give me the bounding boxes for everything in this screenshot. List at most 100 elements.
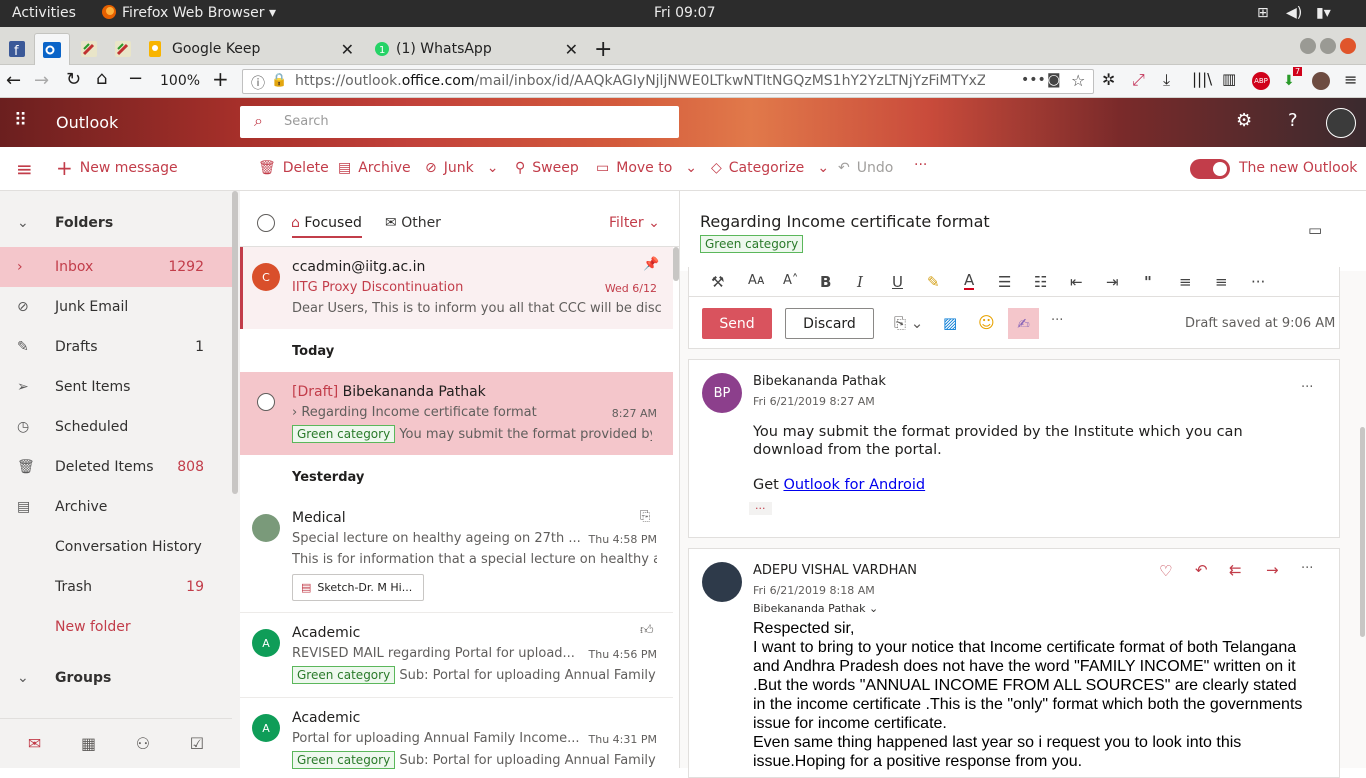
forward-icon[interactable]: → — [1266, 561, 1279, 579]
folder-scheduled[interactable]: ◷ Scheduled — [0, 407, 232, 447]
reload-icon[interactable]: ↻ — [66, 69, 81, 90]
font-icon[interactable]: Aᴀ — [748, 273, 765, 288]
reading-pane-scrollbar[interactable] — [1360, 427, 1365, 637]
activities-button[interactable]: Activities — [12, 5, 76, 21]
more-options-icon[interactable]: ··· — [1051, 313, 1063, 328]
highlight-icon[interactable]: ✎ — [927, 273, 940, 291]
bullets-icon[interactable]: ☰ — [998, 273, 1011, 291]
calendar-icon[interactable]: ▦ — [81, 734, 96, 753]
forward-icon[interactable]: → — [34, 70, 49, 91]
tab-focused[interactable]: ⌂ Focused — [291, 215, 362, 231]
signature-icon[interactable]: ✍ — [1008, 308, 1039, 339]
select-all-checkbox[interactable] — [257, 214, 275, 232]
decrease-indent-icon[interactable]: ⇤ — [1070, 273, 1083, 291]
new-message-button[interactable]: + New message — [56, 158, 178, 178]
people-icon[interactable]: ⚇ — [136, 734, 150, 753]
folder-drafts[interactable]: ✎ Drafts 1 — [0, 327, 232, 367]
app-launcher-icon[interactable]: ⠿ — [14, 110, 28, 131]
underline-icon[interactable]: U — [892, 273, 903, 291]
more-actions-icon[interactable]: ··· — [1301, 380, 1313, 395]
volume-icon[interactable]: ◀) — [1286, 5, 1302, 21]
help-icon[interactable]: ? — [1288, 110, 1298, 131]
sidebar-icon[interactable]: ▥ — [1222, 70, 1236, 88]
url-bar[interactable]: ⓘ 🔒 https://outlook.office.com/mail/inbo… — [242, 69, 1094, 94]
outlook-android-link[interactable]: Outlook for Android — [783, 477, 925, 493]
network-icon[interactable]: ⊞ — [1257, 5, 1269, 21]
recipient[interactable]: Bibekananda Pathak ⌄ — [753, 602, 878, 615]
hamburger-menu-icon[interactable]: ≡ — [16, 157, 33, 181]
profile-extension-icon[interactable] — [1312, 72, 1330, 90]
download-icon[interactable]: ⤓ — [1163, 70, 1170, 90]
folder-conversation-history[interactable]: Conversation History — [0, 527, 232, 567]
send-button[interactable]: Send — [702, 308, 772, 339]
folder-junk-email[interactable]: ⊘ Junk Email — [0, 287, 232, 327]
pin-icon[interactable]: 📌 — [643, 257, 659, 272]
move-to-button[interactable]: ▭ Move to ⌄ — [596, 160, 697, 176]
message-row[interactable]: A Academic 👍︎ REVISED MAIL regarding Por… — [240, 613, 673, 698]
settings-icon[interactable]: ⚙ — [1236, 110, 1252, 131]
pinned-tab-facebook[interactable]: f — [4, 33, 30, 65]
sweep-button[interactable]: ⚲ Sweep — [515, 160, 579, 176]
search-box[interactable]: ⌕ Search — [240, 106, 679, 138]
folder-sent-items[interactable]: ➢ Sent Items — [0, 367, 232, 407]
junk-button[interactable]: ⊘ Junk ⌄ — [425, 160, 498, 176]
message-row[interactable]: A Academic Portal for uploading Annual F… — [240, 698, 673, 778]
tasks-icon[interactable]: ☑ — [190, 734, 204, 753]
folder-trash[interactable]: Trash 19 — [0, 567, 232, 607]
like-icon[interactable]: 👍︎ — [640, 623, 654, 638]
tab-other[interactable]: ✉ Other — [385, 215, 441, 231]
pinned-tab-outlook[interactable] — [34, 33, 70, 65]
message-row[interactable]: Medical ⎘ Special lecture on healthy age… — [240, 498, 673, 613]
new-folder-link[interactable]: New folder — [0, 607, 232, 647]
reply-all-icon[interactable]: ⇇ — [1229, 561, 1242, 579]
more-commands-button[interactable]: ··· — [914, 157, 927, 173]
library-icon[interactable]: |||\ — [1192, 70, 1212, 88]
settings-gear-icon[interactable]: ✲ — [1102, 70, 1115, 89]
folder-deleted-items[interactable]: 🗑 Deleted Items 808 — [0, 447, 232, 487]
pinned-tab-app2[interactable] — [110, 33, 136, 65]
immersive-reader-icon[interactable]: ▭ — [1308, 221, 1322, 239]
quote-icon[interactable]: " — [1144, 273, 1152, 291]
groups-header[interactable]: ⌄ Groups — [0, 658, 232, 698]
page-actions-icon[interactable]: ••• — [1021, 72, 1046, 88]
folder-pane-scrollbar[interactable] — [232, 191, 240, 768]
message-row-selected[interactable]: [Draft] Bibekananda Pathak › Regarding I… — [240, 372, 673, 455]
show-quoted-text-button[interactable]: ··· — [749, 502, 772, 515]
folder-inbox[interactable]: › Inbox 1292 — [0, 247, 232, 287]
pocket-icon[interactable]: ◙ — [1047, 72, 1061, 88]
expand-icon[interactable]: ⤢ — [1132, 70, 1145, 90]
message-checkbox[interactable] — [257, 393, 275, 411]
message-row[interactable]: C ccadmin@iitg.ac.in 📌 IITG Proxy Discon… — [240, 247, 673, 329]
folder-archive[interactable]: ▤ Archive — [0, 487, 232, 527]
folders-header[interactable]: ⌄ Folders — [0, 203, 232, 243]
home-icon[interactable]: ⌂ — [96, 68, 107, 89]
emoji-icon[interactable]: ☺ — [978, 313, 995, 332]
app-menu[interactable]: Firefox Web Browser ▾ — [122, 5, 276, 21]
discard-button[interactable]: Discard — [785, 308, 874, 339]
clock[interactable]: Fri 09:07 — [654, 5, 715, 21]
zoom-in-button[interactable]: + — [212, 67, 229, 91]
mail-icon[interactable]: ✉ — [28, 734, 41, 753]
categorize-button[interactable]: ◇ Categorize ⌄ — [711, 160, 829, 176]
font-color-icon[interactable]: A — [964, 273, 975, 290]
tab-google-keep[interactable]: Google Keep ✕ — [142, 33, 364, 65]
close-tab-icon[interactable]: ✕ — [565, 40, 578, 59]
sender-name[interactable]: Bibekananda Pathak — [753, 374, 886, 389]
attachment-chip[interactable]: ▤ Sketch-Dr. M Hi... — [292, 574, 424, 601]
tab-whatsapp[interactable]: 1 (1) WhatsApp ✕ — [366, 33, 588, 65]
zoom-level[interactable]: 100% — [160, 73, 200, 89]
new-outlook-toggle[interactable] — [1190, 159, 1230, 179]
align-left-icon[interactable]: ≡ — [1179, 273, 1192, 291]
pinned-tab-app1[interactable] — [76, 33, 102, 65]
font-size-icon[interactable]: A˄ — [783, 273, 798, 288]
archive-button[interactable]: ▤ Archive — [338, 160, 411, 176]
reply-icon[interactable]: ↶ — [1195, 561, 1208, 579]
delete-button[interactable]: 🗑 Delete — [258, 160, 329, 176]
message-list-scrollbar[interactable] — [673, 247, 679, 281]
info-icon[interactable]: ⓘ — [251, 73, 265, 93]
numbering-icon[interactable]: ☷ — [1034, 273, 1047, 291]
back-icon[interactable]: ← — [6, 70, 21, 91]
zoom-out-button[interactable]: − — [128, 68, 143, 89]
more-actions-icon[interactable]: ··· — [1301, 561, 1313, 576]
menu-icon[interactable]: ≡ — [1344, 70, 1357, 89]
